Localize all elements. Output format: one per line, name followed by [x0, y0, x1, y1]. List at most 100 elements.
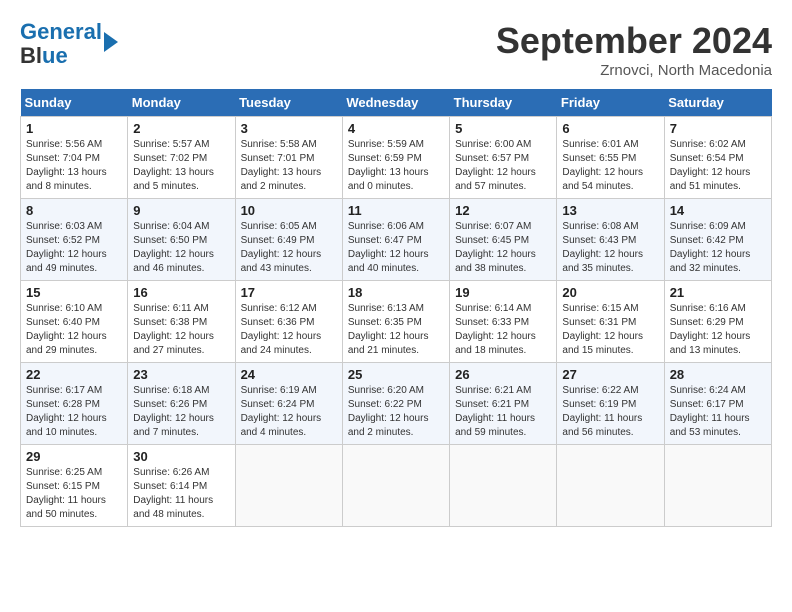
- calendar-cell-20: 20 Sunrise: 6:15 AMSunset: 6:31 PMDayligh…: [557, 281, 664, 363]
- day-info: Sunrise: 6:17 AMSunset: 6:28 PMDaylight:…: [26, 384, 122, 440]
- header-sunday: Sunday: [21, 89, 128, 117]
- calendar-cell-8: 8 Sunrise: 6:03 AMSunset: 6:52 PMDaylight…: [21, 199, 128, 281]
- day-info: Sunrise: 6:24 AMSunset: 6:17 PMDaylight:…: [670, 384, 766, 440]
- calendar-cell-19: 19 Sunrise: 6:14 AMSunset: 6:33 PMDayligh…: [450, 281, 557, 363]
- day-number: 9: [133, 203, 229, 218]
- calendar-cell-23: 23 Sunrise: 6:18 AMSunset: 6:26 PMDayligh…: [128, 363, 235, 445]
- header-wednesday: Wednesday: [342, 89, 449, 117]
- day-info: Sunrise: 6:04 AMSunset: 6:50 PMDaylight:…: [133, 220, 229, 276]
- day-number: 3: [241, 121, 337, 136]
- day-number: 6: [562, 121, 658, 136]
- calendar-cell-24: 24 Sunrise: 6:19 AMSunset: 6:24 PMDayligh…: [235, 363, 342, 445]
- day-number: 8: [26, 203, 122, 218]
- calendar-cell-16: 16Sunrise: 6:11 AMSunset: 6:38 PMDayligh…: [128, 281, 235, 363]
- calendar-cell-3: 3 Sunrise: 5:58 AMSunset: 7:01 PMDaylight…: [235, 117, 342, 199]
- calendar-cell-empty: [557, 445, 664, 527]
- day-number: 19: [455, 285, 551, 300]
- header-saturday: Saturday: [664, 89, 771, 117]
- calendar-cell-13: 13 Sunrise: 6:08 AMSunset: 6:43 PMDayligh…: [557, 199, 664, 281]
- calendar-header-row: Sunday Monday Tuesday Wednesday Thursday…: [21, 89, 772, 117]
- calendar-cell-21: 21 Sunrise: 6:16 AMSunset: 6:29 PMDayligh…: [664, 281, 771, 363]
- page-header: GeneralBlue September 2024 Zrnovci, Nort…: [20, 20, 772, 79]
- month-title: September 2024: [496, 20, 772, 62]
- day-number: 25: [348, 367, 444, 382]
- calendar-cell-15: 15Sunrise: 6:10 AMSunset: 6:40 PMDayligh…: [21, 281, 128, 363]
- calendar-cell-1: 1 Sunrise: 5:56 AMSunset: 7:04 PMDaylight…: [21, 117, 128, 199]
- calendar-week-0: 1 Sunrise: 5:56 AMSunset: 7:04 PMDaylight…: [21, 117, 772, 199]
- header-thursday: Thursday: [450, 89, 557, 117]
- calendar-cell-26: 26 Sunrise: 6:21 AMSunset: 6:21 PMDayligh…: [450, 363, 557, 445]
- day-number: 7: [670, 121, 766, 136]
- day-info: Sunrise: 6:19 AMSunset: 6:24 PMDaylight:…: [241, 384, 337, 440]
- calendar-cell-empty: [342, 445, 449, 527]
- day-number: 11: [348, 203, 444, 218]
- calendar-table: Sunday Monday Tuesday Wednesday Thursday…: [20, 89, 772, 527]
- day-info: Sunrise: 6:00 AMSunset: 6:57 PMDaylight:…: [455, 138, 551, 194]
- day-number: 14: [670, 203, 766, 218]
- day-info: Sunrise: 6:14 AMSunset: 6:33 PMDaylight:…: [455, 302, 551, 358]
- calendar-cell-29: 29Sunrise: 6:25 AMSunset: 6:15 PMDayligh…: [21, 445, 128, 527]
- day-info: Sunrise: 6:16 AMSunset: 6:29 PMDaylight:…: [670, 302, 766, 358]
- day-info: Sunrise: 6:06 AMSunset: 6:47 PMDaylight:…: [348, 220, 444, 276]
- calendar-cell-17: 17 Sunrise: 6:12 AMSunset: 6:36 PMDayligh…: [235, 281, 342, 363]
- day-info: Sunrise: 5:59 AMSunset: 6:59 PMDaylight:…: [348, 138, 444, 194]
- calendar-cell-4: 4 Sunrise: 5:59 AMSunset: 6:59 PMDaylight…: [342, 117, 449, 199]
- day-info: Sunrise: 6:12 AMSunset: 6:36 PMDaylight:…: [241, 302, 337, 358]
- day-info: Sunrise: 6:10 AMSunset: 6:40 PMDaylight:…: [26, 302, 122, 358]
- day-number: 30: [133, 449, 229, 464]
- header-monday: Monday: [128, 89, 235, 117]
- calendar-cell-empty: [664, 445, 771, 527]
- calendar-cell-10: 10 Sunrise: 6:05 AMSunset: 6:49 PMDayligh…: [235, 199, 342, 281]
- day-info: Sunrise: 6:03 AMSunset: 6:52 PMDaylight:…: [26, 220, 122, 276]
- day-info: Sunrise: 6:02 AMSunset: 6:54 PMDaylight:…: [670, 138, 766, 194]
- day-number: 21: [670, 285, 766, 300]
- day-info: Sunrise: 6:08 AMSunset: 6:43 PMDaylight:…: [562, 220, 658, 276]
- title-block: September 2024 Zrnovci, North Macedonia: [496, 20, 772, 79]
- day-number: 10: [241, 203, 337, 218]
- calendar-cell-27: 27Sunrise: 6:22 AMSunset: 6:19 PMDayligh…: [557, 363, 664, 445]
- header-tuesday: Tuesday: [235, 89, 342, 117]
- day-number: 20: [562, 285, 658, 300]
- day-info: Sunrise: 6:11 AMSunset: 6:38 PMDaylight:…: [133, 302, 229, 358]
- day-info: Sunrise: 6:22 AMSunset: 6:19 PMDaylight:…: [562, 384, 658, 440]
- day-info: Sunrise: 5:58 AMSunset: 7:01 PMDaylight:…: [241, 138, 337, 194]
- calendar-cell-14: 14Sunrise: 6:09 AMSunset: 6:42 PMDayligh…: [664, 199, 771, 281]
- header-friday: Friday: [557, 89, 664, 117]
- day-number: 1: [26, 121, 122, 136]
- day-number: 12: [455, 203, 551, 218]
- calendar-cell-28: 28 Sunrise: 6:24 AMSunset: 6:17 PMDayligh…: [664, 363, 771, 445]
- location-text: Zrnovci, North Macedonia: [496, 62, 772, 79]
- day-number: 17: [241, 285, 337, 300]
- day-info: Sunrise: 6:05 AMSunset: 6:49 PMDaylight:…: [241, 220, 337, 276]
- day-info: Sunrise: 6:01 AMSunset: 6:55 PMDaylight:…: [562, 138, 658, 194]
- day-number: 13: [562, 203, 658, 218]
- day-info: Sunrise: 6:15 AMSunset: 6:31 PMDaylight:…: [562, 302, 658, 358]
- calendar-cell-6: 6 Sunrise: 6:01 AMSunset: 6:55 PMDaylight…: [557, 117, 664, 199]
- day-number: 28: [670, 367, 766, 382]
- day-info: Sunrise: 6:13 AMSunset: 6:35 PMDaylight:…: [348, 302, 444, 358]
- day-info: Sunrise: 5:57 AMSunset: 7:02 PMDaylight:…: [133, 138, 229, 194]
- day-number: 26: [455, 367, 551, 382]
- day-number: 5: [455, 121, 551, 136]
- logo-text: GeneralBlue: [20, 20, 102, 68]
- calendar-cell-5: 5 Sunrise: 6:00 AMSunset: 6:57 PMDaylight…: [450, 117, 557, 199]
- day-info: Sunrise: 6:21 AMSunset: 6:21 PMDaylight:…: [455, 384, 551, 440]
- day-number: 4: [348, 121, 444, 136]
- day-number: 2: [133, 121, 229, 136]
- calendar-week-2: 15Sunrise: 6:10 AMSunset: 6:40 PMDayligh…: [21, 281, 772, 363]
- day-info: Sunrise: 5:56 AMSunset: 7:04 PMDaylight:…: [26, 138, 122, 194]
- day-number: 24: [241, 367, 337, 382]
- calendar-cell-12: 12 Sunrise: 6:07 AMSunset: 6:45 PMDayligh…: [450, 199, 557, 281]
- calendar-cell-empty: [235, 445, 342, 527]
- calendar-cell-25: 25Sunrise: 6:20 AMSunset: 6:22 PMDayligh…: [342, 363, 449, 445]
- calendar-week-4: 29Sunrise: 6:25 AMSunset: 6:15 PMDayligh…: [21, 445, 772, 527]
- day-info: Sunrise: 6:07 AMSunset: 6:45 PMDaylight:…: [455, 220, 551, 276]
- calendar-cell-22: 22 Sunrise: 6:17 AMSunset: 6:28 PMDayligh…: [21, 363, 128, 445]
- calendar-week-3: 22 Sunrise: 6:17 AMSunset: 6:28 PMDayligh…: [21, 363, 772, 445]
- day-number: 23: [133, 367, 229, 382]
- day-number: 22: [26, 367, 122, 382]
- calendar-cell-18: 18Sunrise: 6:13 AMSunset: 6:35 PMDayligh…: [342, 281, 449, 363]
- calendar-cell-7: 7 Sunrise: 6:02 AMSunset: 6:54 PMDaylight…: [664, 117, 771, 199]
- calendar-week-1: 8 Sunrise: 6:03 AMSunset: 6:52 PMDaylight…: [21, 199, 772, 281]
- day-info: Sunrise: 6:18 AMSunset: 6:26 PMDaylight:…: [133, 384, 229, 440]
